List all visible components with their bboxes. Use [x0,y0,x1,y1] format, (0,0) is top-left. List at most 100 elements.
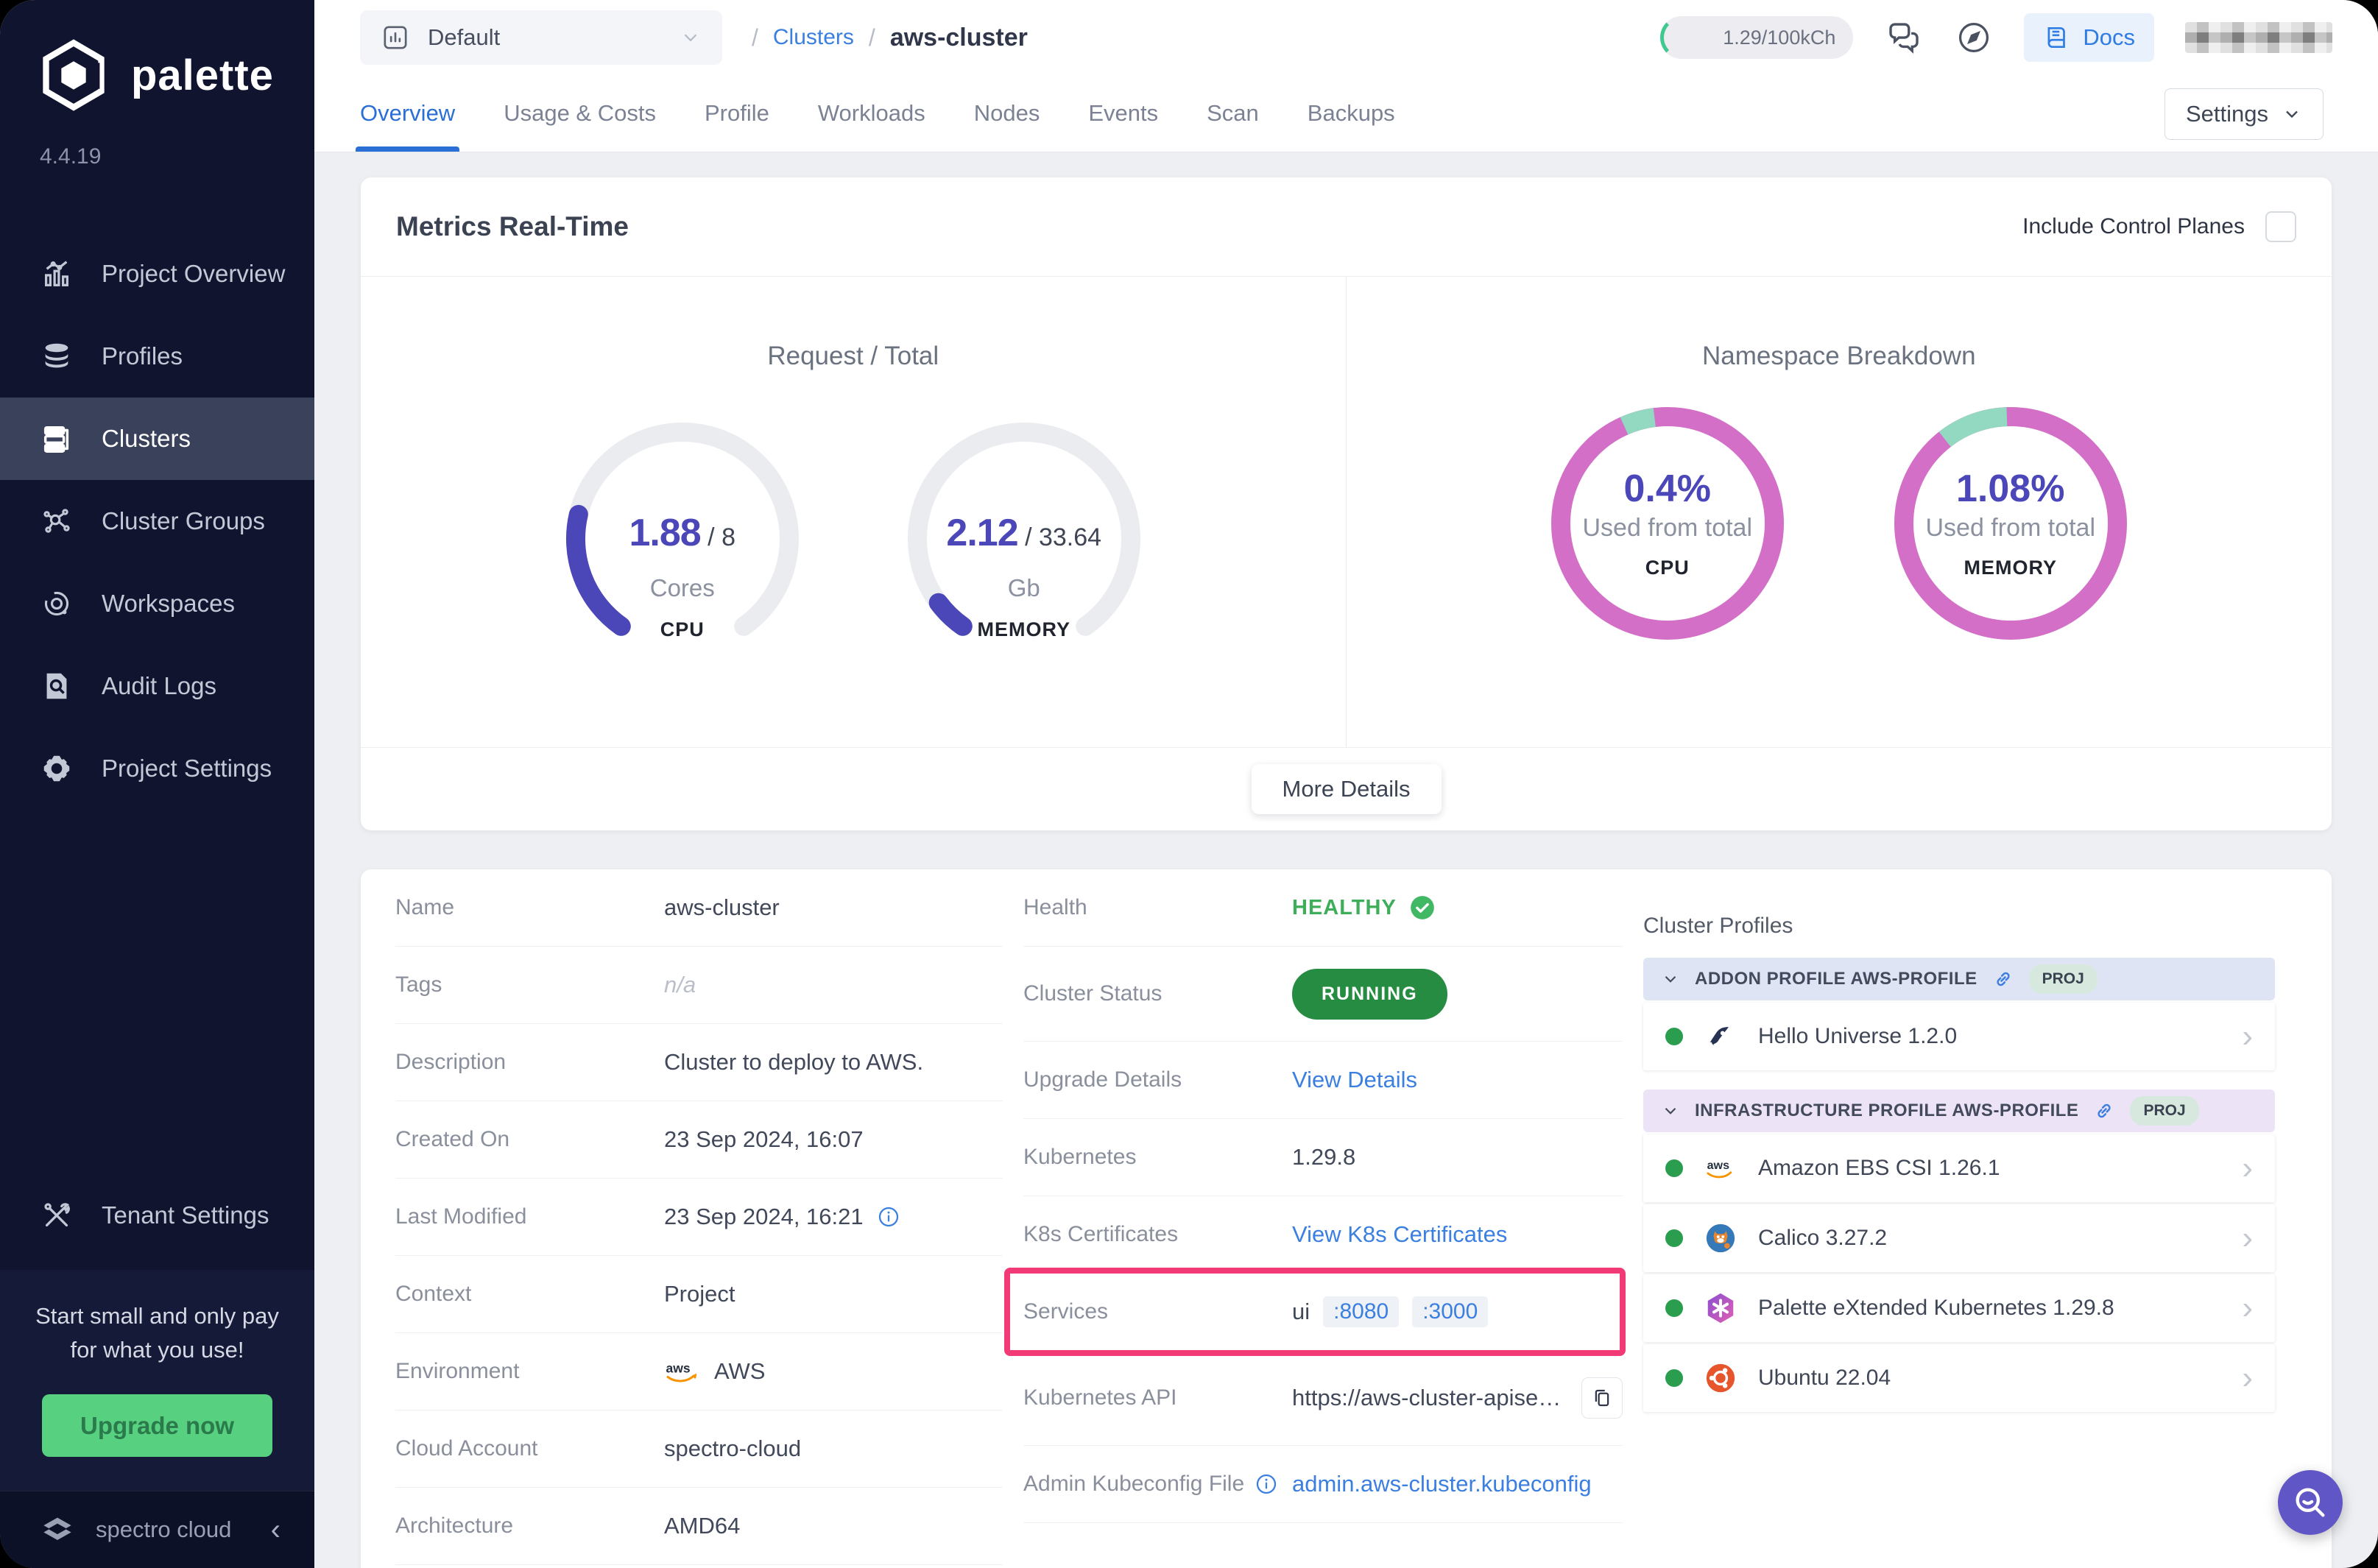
link-icon[interactable] [2093,1100,2115,1122]
topbar-actions: 1.29/100kCh [1660,13,2332,62]
infrastructure-profile-group-header[interactable]: INFRASTRUCTURE PROFILE AWS-PROFILE PROJ [1643,1090,2275,1132]
sidebar-item-audit-logs[interactable]: Audit Logs [0,645,314,727]
breadcrumb-clusters-link[interactable]: Clusters [773,25,854,50]
profile-item-calico[interactable]: Calico 3.27.2 › [1643,1204,2275,1272]
sidebar-item-cluster-groups[interactable]: Cluster Groups [0,480,314,562]
copy-icon[interactable] [1581,1377,1623,1419]
kubernetes-hexagon-icon [1704,1291,1737,1325]
details-info-column: Name aws-cluster Tags n/a Description Cl… [395,869,1003,1568]
chevron-right-icon: › [2242,1222,2253,1254]
metrics-card: Metrics Real-Time Include Control Planes… [361,177,2332,830]
profile-item-palette-extended-kubernetes[interactable]: Palette eXtended Kubernetes 1.29.8 › [1643,1274,2275,1342]
sidebar-item-project-settings[interactable]: Project Settings [0,727,314,810]
aws-icon: aws [664,1358,701,1385]
service-name: ui [1292,1299,1310,1325]
tab-profile[interactable]: Profile [705,75,769,152]
include-control-planes: Include Control Planes [2022,211,2296,242]
status-dot-green [1665,1028,1683,1045]
tab-backups[interactable]: Backups [1308,75,1395,152]
detail-row-services: Services ui :8080 :3000 [1023,1274,1623,1351]
collapse-sidebar-icon[interactable]: ‹ [271,1514,281,1547]
kubeconfig-download-link[interactable]: admin.aws-cluster.kubeconfig [1292,1471,1592,1497]
more-details-button[interactable]: More Details [1252,764,1442,814]
tab-scan[interactable]: Scan [1207,75,1259,152]
chat-icon[interactable] [1884,18,1924,57]
detail-row-environment: Environment aws AWS [395,1333,1003,1410]
magnifier-smile-icon [2291,1483,2329,1522]
network-icon [40,504,74,538]
detail-row-kubernetes: Kubernetes 1.29.8 [1023,1119,1623,1196]
cpu-total: / 8 [701,523,735,551]
usage-quota-badge: 1.29/100kCh [1660,16,1853,59]
top-bar: Default / Clusters / aws-cluster 1.29/10… [314,0,2378,75]
cpu-caption: CPU [565,618,800,641]
addon-profile-group-header[interactable]: ADDON PROFILE AWS-PROFILE PROJ [1643,958,2275,1000]
chevron-down-icon [680,27,702,49]
orbit-icon [40,587,74,621]
cluster-status-badge: RUNNING [1292,969,1447,1020]
tab-nodes[interactable]: Nodes [974,75,1040,152]
svg-text:aws: aws [666,1360,691,1375]
namespace-memory-pct: 1.08% [1889,467,2132,511]
tools-icon [40,1198,74,1232]
view-k8s-certificates-link[interactable]: View K8s Certificates [1292,1221,1507,1248]
detail-row-health: Health HEALTHY [1023,869,1623,947]
tab-overview[interactable]: Overview [360,75,455,152]
search-assistant-button[interactable] [2278,1470,2343,1535]
sidebar-item-profiles[interactable]: Profiles [0,315,314,398]
profile-item-amazon-ebs-csi[interactable]: aws Amazon EBS CSI 1.26.1 › [1643,1134,2275,1202]
server-icon [40,422,74,456]
user-name-redacted[interactable] [2185,22,2332,53]
info-icon[interactable] [1255,1472,1278,1496]
project-selector-dropdown[interactable]: Default [360,10,722,65]
info-icon[interactable] [877,1205,900,1229]
namespace-cpu-pct: 0.4% [1546,467,1789,511]
memory-unit: Gb [906,574,1142,602]
tab-usage-costs[interactable]: Usage & Costs [504,75,656,152]
namespace-cpu-ring: 0.4% Used from total CPU [1546,402,1789,645]
profile-item-ubuntu[interactable]: Ubuntu 22.04 › [1643,1344,2275,1412]
detail-row-name: Name aws-cluster [395,869,1003,947]
docs-button[interactable]: Docs [2024,13,2154,62]
request-total-title: Request / Total [361,342,1346,371]
memory-total: / 33.64 [1018,523,1101,551]
status-dot-green [1665,1369,1683,1387]
view-details-link[interactable]: View Details [1292,1067,1417,1093]
sidebar-item-tenant-settings[interactable]: Tenant Settings [0,1174,314,1257]
spectro-cloud-logo-icon [37,1509,78,1550]
include-control-planes-checkbox[interactable] [2265,211,2296,242]
metrics-title: Metrics Real-Time [396,211,629,242]
sidebar-item-clusters[interactable]: Clusters [0,398,314,480]
project-selector-value: Default [428,24,500,51]
upgrade-now-button[interactable]: Upgrade now [42,1394,272,1458]
sidebar: palette 4.4.19 Project Overview [0,0,314,1568]
kubernetes-api-url: https://aws-cluster-apiserve... [1292,1385,1568,1411]
upgrade-promo: Start small and only pay for what you us… [0,1270,314,1491]
ubuntu-icon [1704,1361,1737,1395]
tab-workloads[interactable]: Workloads [818,75,925,152]
gear-icon [40,752,74,785]
chevron-right-icon: › [2242,1020,2253,1053]
namespace-breakdown-title: Namespace Breakdown [1347,342,2332,371]
promo-line1: Start small and only pay [19,1299,295,1334]
detail-row-admin-kubeconfig: Admin Kubeconfig File admin.aws-cluster.… [1023,1446,1623,1523]
service-port-8080-link[interactable]: :8080 [1323,1296,1399,1327]
compass-icon[interactable] [1955,18,1993,57]
link-icon[interactable] [1992,968,2014,990]
brand-name: palette [131,51,274,100]
sidebar-item-project-overview[interactable]: Project Overview [0,233,314,315]
settings-button[interactable]: Settings [2164,88,2324,140]
tab-events[interactable]: Events [1088,75,1158,152]
metrics-footer: More Details [361,747,2332,830]
detail-row-created-on: Created On 23 Sep 2024, 16:07 [395,1101,1003,1179]
detail-row-architecture: Architecture AMD64 [395,1488,1003,1565]
service-port-3000-link[interactable]: :3000 [1412,1296,1488,1327]
cpu-used: 1.88 [629,512,701,554]
chevron-down-icon [1661,970,1680,989]
proj-badge: PROJ [2029,964,2097,994]
sidebar-item-workspaces[interactable]: Workspaces [0,562,314,645]
detail-row-kubernetes-api: Kubernetes API https://aws-cluster-apise… [1023,1351,1623,1446]
profile-item-hello-universe[interactable]: Hello Universe 1.2.0 › [1643,1003,2275,1070]
chevron-right-icon: › [2242,1152,2253,1184]
breadcrumb: / Clusters / aws-cluster [752,24,1028,52]
